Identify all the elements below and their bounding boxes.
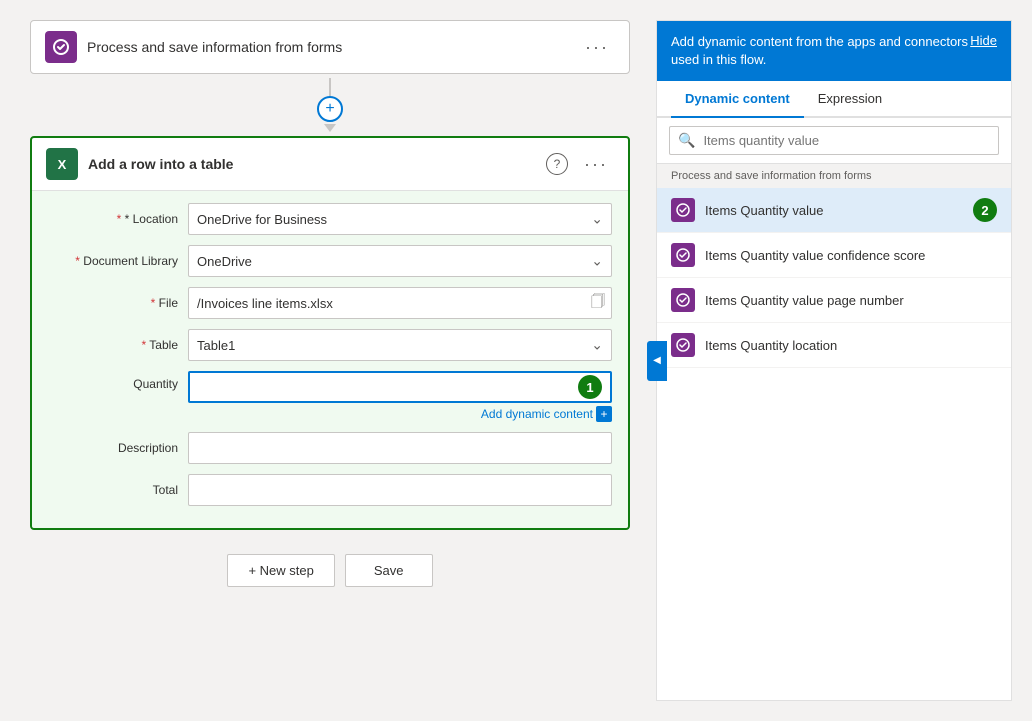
save-button[interactable]: Save [345,554,433,587]
tab-expression[interactable]: Expression [804,81,896,118]
quantity-badge: 1 [578,375,602,399]
help-button[interactable]: ? [546,153,568,175]
excel-icon: X [46,148,78,180]
search-wrap: 🔍 [669,126,999,155]
file-label: * File [48,296,178,310]
panel-section-label: Process and save information from forms [657,164,1011,188]
panel-header-text: Add dynamic content from the apps and co… [671,33,970,69]
dynamic-item-icon-0 [671,198,695,222]
file-row: * File /Invoices line items.xlsx 🗍 [48,287,612,319]
file-picker-icon[interactable]: 🗍 [591,291,605,315]
panel-search-area: 🔍 [657,118,1011,164]
quantity-input-wrap: 1 [188,371,612,403]
file-field[interactable]: /Invoices line items.xlsx 🗍 [188,287,612,319]
dynamic-item-icon-1 [671,243,695,267]
connector-arrow [324,124,336,132]
description-row: Description [48,432,612,464]
trigger-title: Process and save information from forms [87,39,569,55]
search-input[interactable] [703,133,990,148]
panel-tabs: Dynamic content Expression [657,81,1011,118]
description-label: Description [48,441,178,455]
action-card-title: Add a row into a table [88,156,536,172]
trigger-card: Process and save information from forms … [30,20,630,74]
dynamic-item-label-3: Items Quantity location [705,338,997,353]
dynamic-item-2[interactable]: Items Quantity value page number [657,278,1011,323]
add-dynamic-label: Add dynamic content [481,407,593,421]
action-ellipsis-button[interactable]: ··· [578,152,614,177]
bottom-buttons: + New step Save [227,554,432,587]
panel-header: Add dynamic content from the apps and co… [657,21,1011,81]
dynamic-item-icon-2 [671,288,695,312]
trigger-icon [45,31,77,63]
dynamic-item-icon-3 [671,333,695,357]
location-row: * * Location OneDrive for Business ⌄ [48,203,612,235]
table-dropdown[interactable]: Table1 ⌄ [188,329,612,361]
dynamic-item-3[interactable]: Items Quantity location [657,323,1011,368]
document-library-label: * Document Library [48,254,178,268]
trigger-ellipsis-button[interactable]: ··· [579,35,615,60]
connector-line [329,78,331,96]
dynamic-item-0[interactable]: Items Quantity value 2 [657,188,1011,233]
document-library-select[interactable]: OneDrive [197,254,603,269]
hide-panel-button[interactable]: Hide [970,33,997,48]
file-value: /Invoices line items.xlsx [197,296,333,311]
new-step-button[interactable]: + New step [227,554,334,587]
dynamic-item-label-2: Items Quantity value page number [705,293,997,308]
location-label: * * Location [48,212,178,226]
total-label: Total [48,483,178,497]
dynamic-item-label-1: Items Quantity value confidence score [705,248,997,263]
quantity-label: Quantity [48,377,178,391]
add-dynamic-content-link[interactable]: Add dynamic content + [188,406,612,422]
action-card: X Add a row into a table ? ··· * * Locat… [30,136,630,530]
total-row: Total [48,474,612,506]
quantity-row: Quantity 1 Add dynamic content + [48,371,612,422]
table-row: * Table Table1 ⌄ [48,329,612,361]
table-label: * Table [48,338,178,352]
location-select[interactable]: OneDrive for Business [197,212,603,227]
quantity-input[interactable] [198,380,578,395]
connector: + [317,78,343,132]
dynamic-item-label-0: Items Quantity value [705,203,963,218]
add-step-button[interactable]: + [317,96,343,122]
collapse-panel-button[interactable] [647,341,667,381]
location-dropdown[interactable]: OneDrive for Business ⌄ [188,203,612,235]
dynamic-item-badge-0: 2 [973,198,997,222]
document-library-row: * Document Library OneDrive ⌄ [48,245,612,277]
dynamic-panel: Add dynamic content from the apps and co… [656,20,1012,701]
add-dynamic-plus-icon: + [596,406,612,422]
search-icon: 🔍 [678,132,695,149]
tab-dynamic-content[interactable]: Dynamic content [671,81,804,118]
action-card-header: X Add a row into a table ? ··· [32,138,628,191]
total-field[interactable] [188,474,612,506]
table-select[interactable]: Table1 [197,338,603,353]
quantity-field-group: 1 Add dynamic content + [188,371,612,422]
action-card-body: * * Location OneDrive for Business ⌄ * D… [32,191,628,528]
dynamic-item-1[interactable]: Items Quantity value confidence score [657,233,1011,278]
description-field[interactable] [188,432,612,464]
document-library-dropdown[interactable]: OneDrive ⌄ [188,245,612,277]
